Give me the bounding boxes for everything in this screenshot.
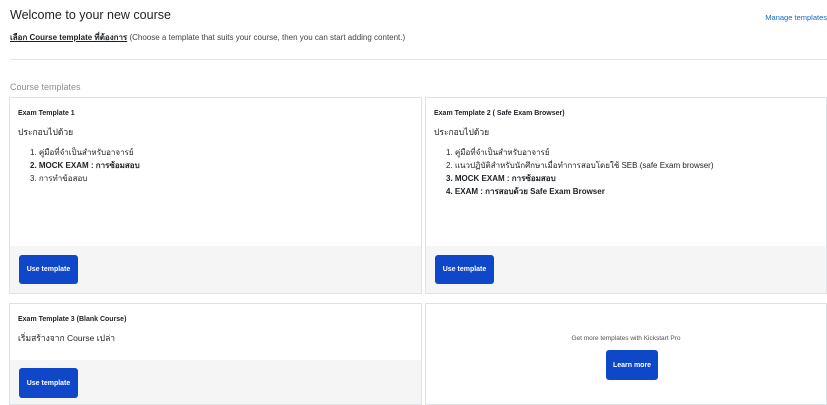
card-footer: Use template xyxy=(10,246,421,293)
card-footer: Use template xyxy=(426,246,826,293)
use-template-button[interactable]: Use template xyxy=(19,255,78,284)
card-item-list: 1. คู่มือที่จำเป็นสำหรับอาจารย์ 2. แนวปฏ… xyxy=(434,146,818,198)
use-template-button[interactable]: Use template xyxy=(435,255,494,284)
learn-more-button[interactable]: Learn more xyxy=(606,350,658,380)
list-item: 3. MOCK EXAM : การซ้อมสอบ xyxy=(446,174,556,183)
manage-templates-link[interactable]: Manage templates xyxy=(765,13,827,22)
template-card-3: Exam Template 3 (Blank Course) เริ่มสร้า… xyxy=(9,303,422,405)
promo-text: Get more templates with Kickstart Pro xyxy=(571,335,681,342)
list-item: 2. แนวปฏิบัติสำหรับนักศึกษาเมื่อทำการสอบ… xyxy=(446,161,714,170)
list-item: 2. MOCK EXAM : การซ้อมสอบ xyxy=(30,161,140,170)
page-subtitle: เลือก Course template ที่ต้องการ (Choose… xyxy=(10,31,405,44)
card-title: Exam Template 1 xyxy=(18,110,75,117)
header-divider xyxy=(10,59,827,60)
kickstart-pro-promo-card: Get more templates with Kickstart Pro Le… xyxy=(425,303,827,405)
list-item: 1. คู่มือที่จำเป็นสำหรับอาจารย์ xyxy=(30,148,134,157)
card-item-list: 1. คู่มือที่จำเป็นสำหรับอาจารย์ 2. MOCK … xyxy=(18,146,413,185)
card-body: Exam Template 3 (Blank Course) เริ่มสร้า… xyxy=(10,304,421,345)
template-card-1: Exam Template 1 ประกอบไปด้วย 1. คู่มือที… xyxy=(9,97,422,294)
card-description: เริ่มสร้างจาก Course เปล่า xyxy=(18,333,116,343)
use-template-button[interactable]: Use template xyxy=(19,368,78,398)
list-item: 3. การทำข้อสอบ xyxy=(30,174,88,183)
section-label: Course templates xyxy=(10,82,81,92)
card-description: ประกอบไปด้วย xyxy=(434,127,490,137)
template-card-2: Exam Template 2 ( Safe Exam Browser) ประ… xyxy=(425,97,827,294)
card-title: Exam Template 3 (Blank Course) xyxy=(18,316,127,323)
list-item: 4. EXAM : การสอบด้วย Safe Exam Browser xyxy=(446,187,605,196)
subtitle-instructions: (Choose a template that suits your cours… xyxy=(127,33,406,42)
card-description: ประกอบไปด้วย xyxy=(18,127,74,137)
card-title: Exam Template 2 ( Safe Exam Browser) xyxy=(434,110,565,117)
page-title: Welcome to your new course xyxy=(10,8,171,22)
card-body: Exam Template 1 ประกอบไปด้วย 1. คู่มือที… xyxy=(10,98,421,185)
list-item: 1. คู่มือที่จำเป็นสำหรับอาจารย์ xyxy=(446,148,550,157)
card-body: Exam Template 2 ( Safe Exam Browser) ประ… xyxy=(426,98,826,198)
subtitle-strong: เลือก Course template ที่ต้องการ xyxy=(10,33,128,42)
card-footer: Use template xyxy=(10,360,421,404)
